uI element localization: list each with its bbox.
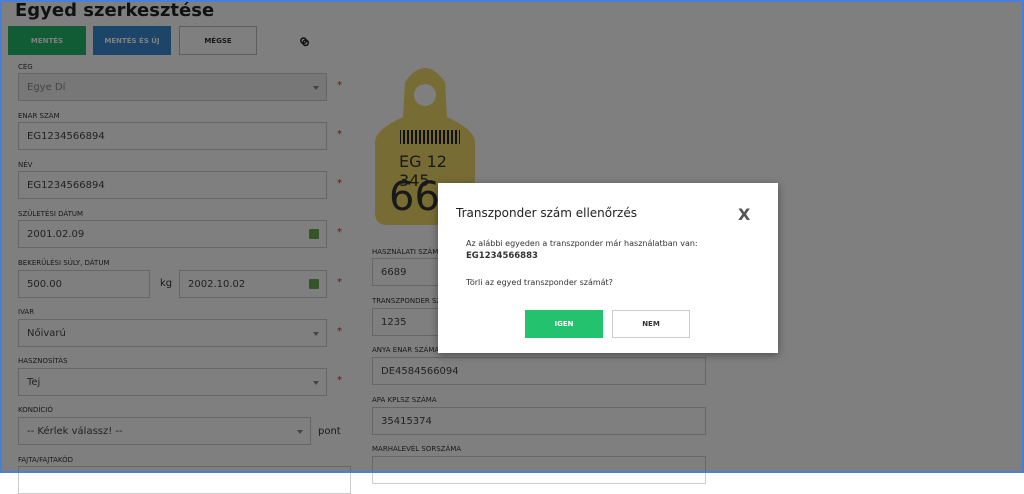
dialog-message: Az alábbi egyeden a transzponder már has… [466,239,698,248]
no-button[interactable]: NEM [612,310,690,338]
dialog-question: Törli az egyed transzponder számát? [466,278,613,287]
yes-button[interactable]: IGEN [525,310,603,338]
dialog-title: Transzponder szám ellenőrzés [456,206,637,220]
close-icon[interactable]: X [738,205,750,224]
transponder-check-dialog: Transzponder szám ellenőrzés X Az alábbi… [438,183,778,353]
conflicting-animal-id: EG1234566883 [466,251,538,261]
